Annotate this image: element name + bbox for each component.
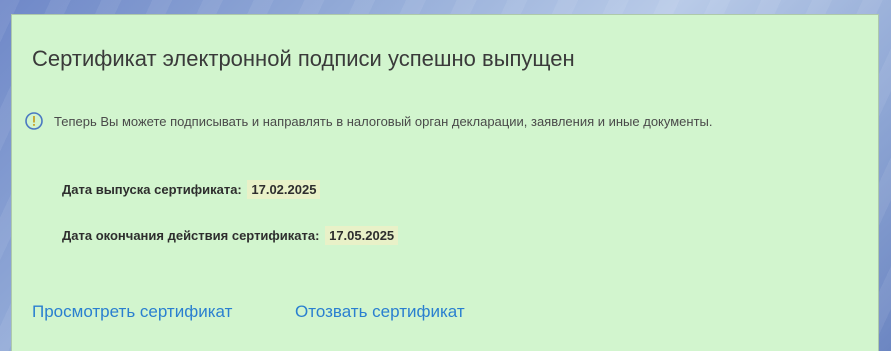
issue-date-label: Дата выпуска сертификата: xyxy=(62,182,242,197)
page-title: Сертификат электронной подписи успешно в… xyxy=(32,46,575,71)
info-message: Теперь Вы можете подписывать и направлят… xyxy=(24,111,713,131)
expiry-date-field: Дата окончания действия сертификата: 17.… xyxy=(62,226,399,245)
certificate-issued-panel: Сертификат электронной подписи успешно в… xyxy=(11,14,879,351)
info-text: Теперь Вы можете подписывать и направлят… xyxy=(54,113,713,129)
issue-date-field: Дата выпуска сертификата: 17.02.2025 xyxy=(62,180,321,199)
revoke-certificate-link[interactable]: Отозвать сертификат xyxy=(295,302,465,322)
info-circle-icon xyxy=(24,111,44,131)
expiry-date-label: Дата окончания действия сертификата: xyxy=(62,228,320,243)
issue-date-value: 17.02.2025 xyxy=(247,180,321,199)
expiry-date-value: 17.05.2025 xyxy=(325,226,399,245)
view-certificate-link[interactable]: Просмотреть сертификат xyxy=(32,302,232,322)
